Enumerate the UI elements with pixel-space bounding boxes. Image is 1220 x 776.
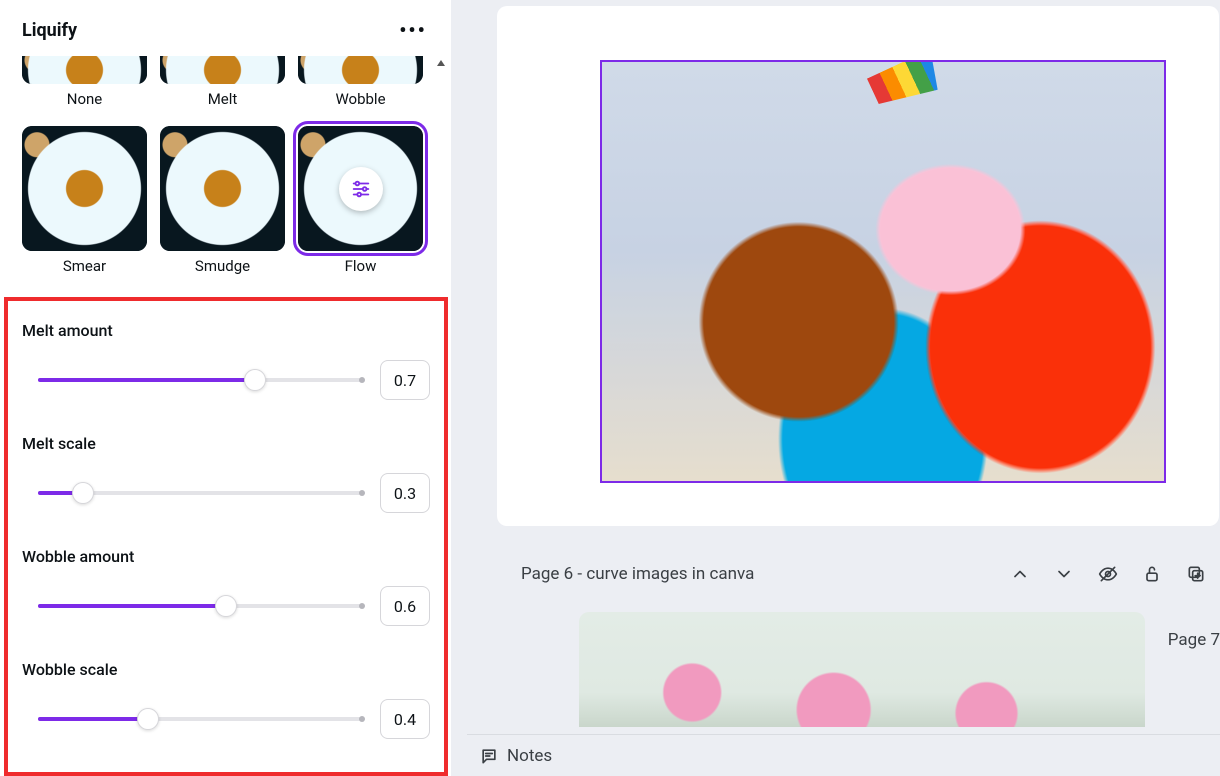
notes-label: Notes: [507, 746, 552, 766]
preset-label: Wobble: [335, 90, 385, 108]
page-title[interactable]: Page 6 - curve images in canva: [521, 564, 994, 584]
wobble-amount-slider[interactable]: [38, 604, 362, 608]
melt-amount-slider[interactable]: [38, 378, 362, 382]
editor-canvas-area: Page 6 - curve images in canva Page 7: [451, 0, 1220, 776]
melt-scale-slider[interactable]: [38, 491, 362, 495]
duplicate-page-button[interactable]: [1178, 556, 1214, 592]
panel-more-button[interactable]: •••: [397, 14, 429, 46]
panel-title: Liquify: [22, 20, 77, 41]
slider-controls-region: Melt amount 0.7 Melt scale: [4, 297, 448, 776]
lock-page-button[interactable]: [1134, 556, 1170, 592]
adjust-icon: [339, 167, 383, 211]
page-move-down-button[interactable]: [1046, 556, 1082, 592]
preset-melt[interactable]: [160, 56, 285, 84]
next-page-card[interactable]: [579, 612, 1145, 727]
slider-label: Wobble scale: [22, 660, 430, 679]
scroll-up-indicator-icon[interactable]: [437, 60, 445, 66]
preset-smudge[interactable]: [160, 126, 285, 251]
preset-label: Smear: [63, 257, 106, 275]
preset-none[interactable]: [22, 56, 147, 84]
preset-label: Melt: [208, 90, 238, 108]
slider-label: Melt amount: [22, 321, 430, 340]
melt-scale-value[interactable]: 0.3: [380, 473, 430, 513]
preset-wobble[interactable]: [298, 56, 423, 84]
hide-page-button[interactable]: [1090, 556, 1126, 592]
preset-label: Smudge: [195, 257, 250, 275]
slider-label: Melt scale: [22, 434, 430, 453]
preset-flow[interactable]: [298, 126, 423, 251]
preset-label: Flow: [345, 257, 377, 275]
effects-panel: Liquify ••• None Melt Wobble: [0, 0, 451, 776]
slider-label: Wobble amount: [22, 547, 430, 566]
preset-smear[interactable]: [22, 126, 147, 251]
selected-image-frame[interactable]: [600, 60, 1166, 483]
wobble-amount-value[interactable]: 0.6: [380, 586, 430, 626]
page-title-strip: Page 6 - curve images in canva: [467, 546, 1220, 602]
preset-label: None: [67, 90, 103, 108]
next-page-label: Page 7: [1168, 630, 1220, 650]
bottom-bar: Notes: [467, 734, 1220, 776]
wobble-scale-value[interactable]: 0.4: [380, 699, 430, 739]
notes-button[interactable]: Notes: [479, 738, 552, 774]
page-move-up-button[interactable]: [1002, 556, 1038, 592]
melt-amount-value[interactable]: 0.7: [380, 360, 430, 400]
page-card[interactable]: [497, 6, 1219, 526]
wobble-scale-slider[interactable]: [38, 717, 362, 721]
